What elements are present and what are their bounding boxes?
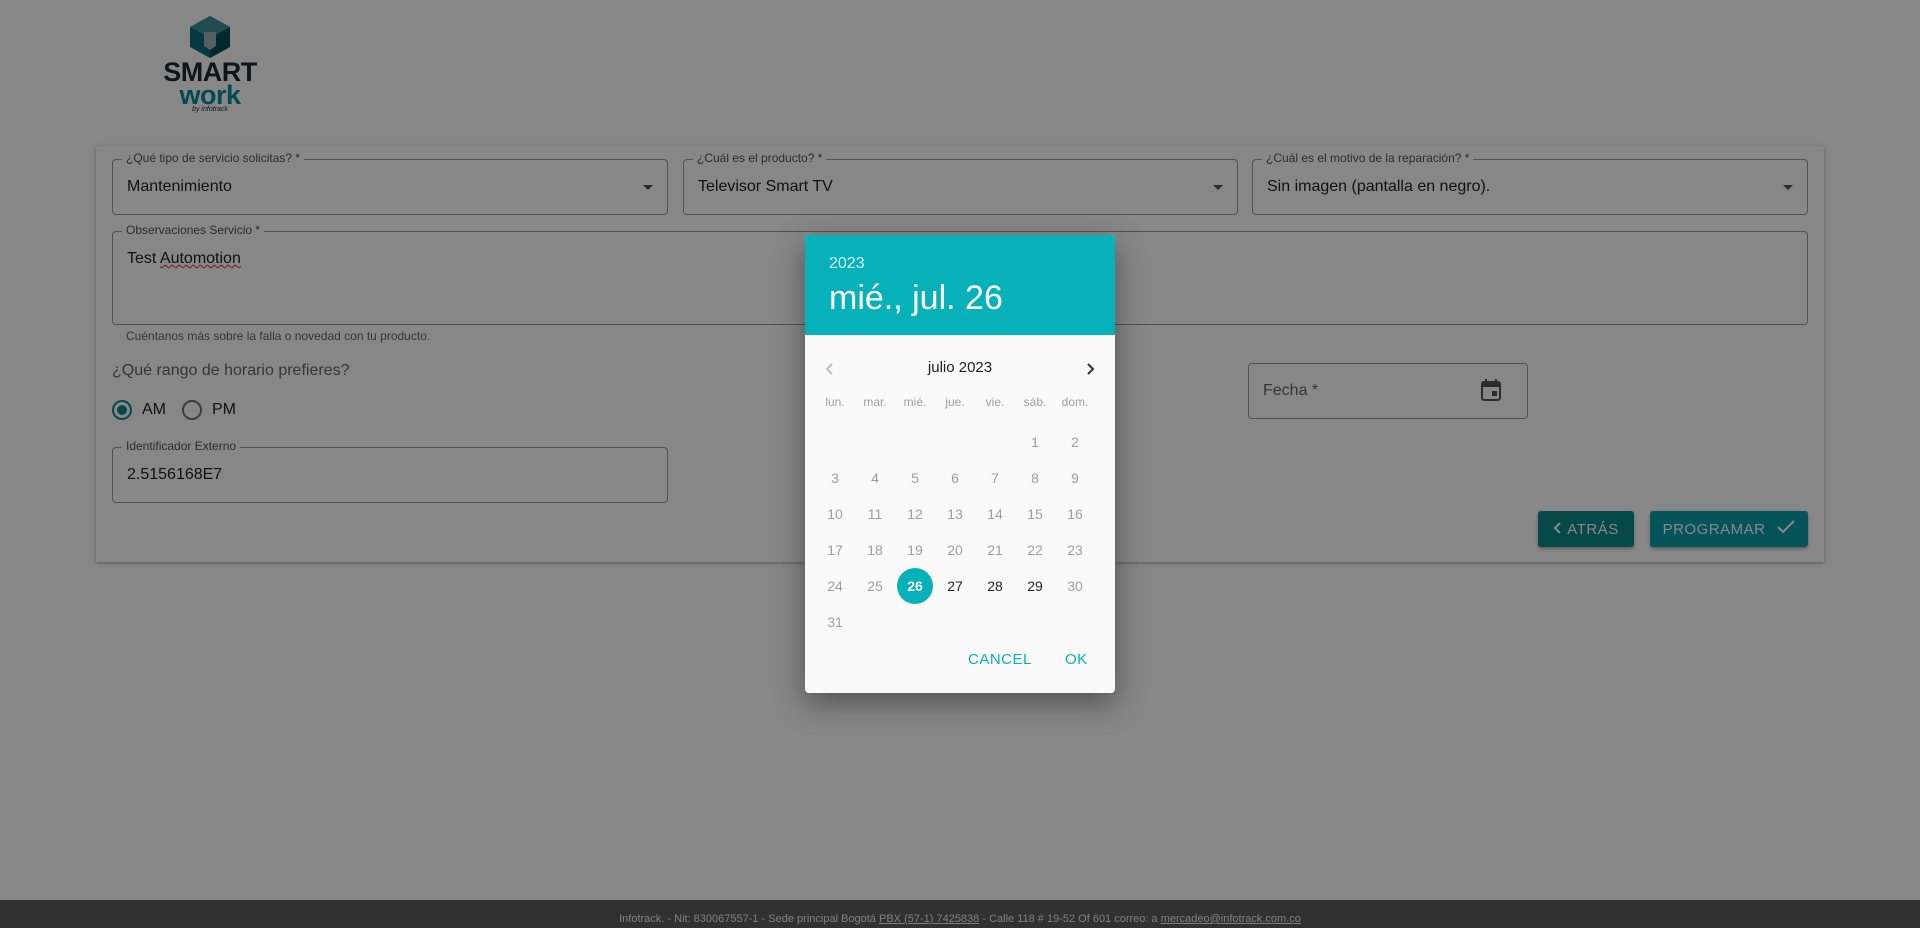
calendar-day[interactable]: 28 (977, 568, 1013, 604)
month-label: julio 2023 (927, 359, 993, 376)
calendar-day[interactable]: 27 (937, 568, 973, 604)
calendar-day: 9 (1071, 470, 1079, 486)
calendar-day: 20 (947, 542, 963, 558)
date-picker-dialog: 2023 mié., jul. 26 julio 2023 lun. mar. mi… (805, 235, 1115, 693)
calendar-day: 3 (831, 470, 839, 486)
calendar-day: 18 (867, 542, 883, 558)
date-picker-year[interactable]: 2023 (829, 255, 865, 273)
calendar-day: 25 (867, 578, 883, 594)
cancel-button[interactable]: CANCEL (968, 651, 1032, 668)
calendar-day: 15 (1027, 506, 1043, 522)
calendar-day[interactable]: 29 (1017, 568, 1053, 604)
calendar-day: 8 (1031, 470, 1039, 486)
calendar-day: 13 (947, 506, 963, 522)
calendar-day: 11 (867, 506, 883, 522)
calendar-day: 16 (1067, 506, 1083, 522)
weekday-label: dom. (1061, 395, 1089, 409)
calendar-day: 2 (1071, 434, 1079, 450)
calendar-day: 31 (827, 614, 843, 630)
weekday-label: mié. (903, 395, 927, 409)
date-picker-selected-date: mié., jul. 26 (829, 279, 1003, 317)
calendar-day: 7 (991, 470, 999, 486)
calendar-day: 4 (871, 470, 879, 486)
calendar-day: 5 (911, 470, 919, 486)
calendar-day: 24 (827, 578, 843, 594)
weekday-label: jue. (945, 395, 965, 409)
calendar-day-selected[interactable]: 26 (897, 568, 933, 604)
weekday-label: sáb. (1023, 395, 1047, 409)
calendar-day: 10 (827, 506, 843, 522)
calendar-day: 19 (907, 542, 923, 558)
calendar-day: 17 (827, 542, 843, 558)
weekday-label: mar. (863, 395, 887, 409)
calendar-day: 22 (1027, 542, 1043, 558)
weekday-label: lun. (825, 395, 845, 409)
calendar-day: 23 (1067, 542, 1083, 558)
calendar-day: 12 (907, 506, 923, 522)
ok-button[interactable]: OK (1065, 651, 1088, 668)
calendar-day: 14 (987, 506, 1003, 522)
date-picker-header: 2023 mié., jul. 26 (805, 235, 1115, 335)
chevron-right-icon[interactable] (1079, 357, 1103, 381)
calendar-day: 21 (987, 542, 1003, 558)
calendar-day: 1 (1031, 434, 1039, 450)
month-navigation: julio 2023 (805, 355, 1115, 385)
calendar-day: 6 (951, 470, 959, 486)
calendar-day: 30 (1067, 578, 1083, 594)
weekday-label: vie. (985, 395, 1005, 409)
